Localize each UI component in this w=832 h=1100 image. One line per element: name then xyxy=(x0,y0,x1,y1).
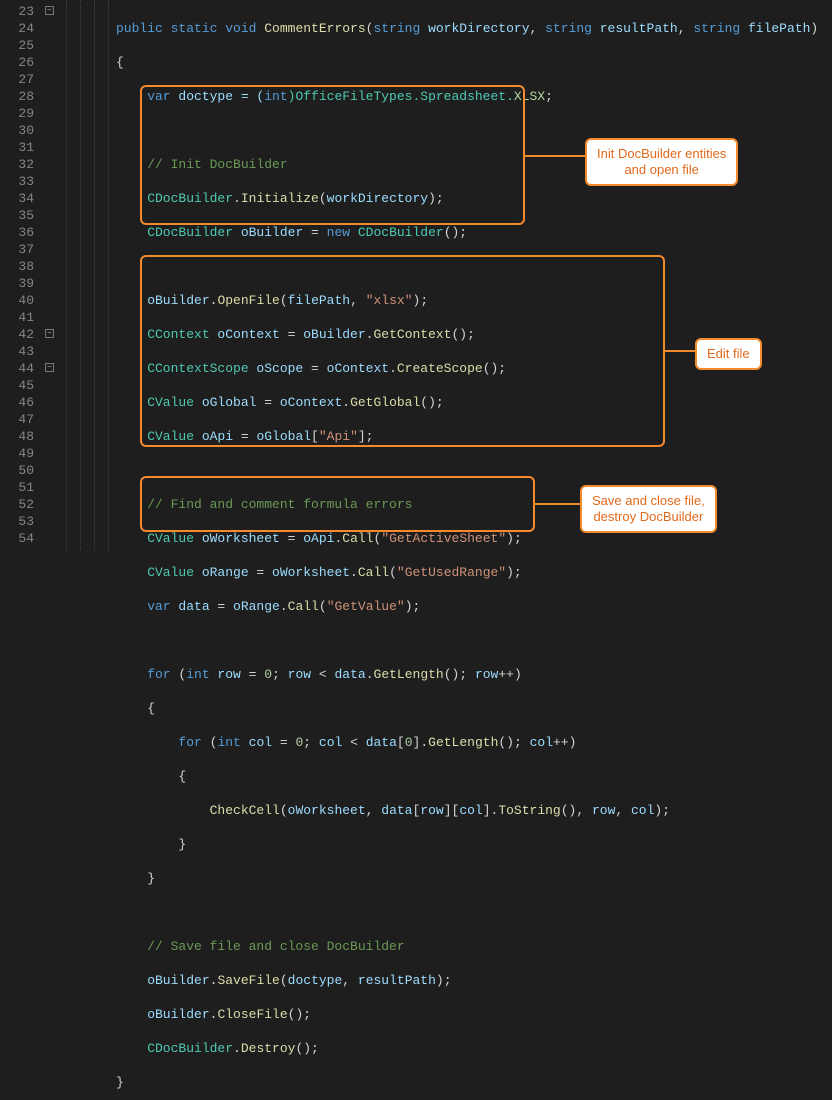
code-line: } xyxy=(116,1074,832,1091)
line-number: 54 xyxy=(4,530,34,547)
code-line: // Save file and close DocBuilder xyxy=(116,938,832,955)
line-number: 31 xyxy=(4,139,34,156)
line-number: 50 xyxy=(4,462,34,479)
annotation-callout-edit: Edit file xyxy=(695,338,762,370)
line-number: 23 xyxy=(4,3,34,20)
annotation-callout-save: Save and close file, destroy DocBuilder xyxy=(580,485,717,533)
code-area[interactable]: public static void CommentErrors(string … xyxy=(112,0,832,550)
fold-toggle-icon[interactable]: − xyxy=(45,363,54,372)
code-line: { xyxy=(116,768,832,785)
annotation-callout-init: Init DocBuilder entities and open file xyxy=(585,138,738,186)
code-line: CValue oRange = oWorksheet.Call("GetUsed… xyxy=(116,564,832,581)
code-line: oBuilder.SaveFile(doctype, resultPath); xyxy=(116,972,832,989)
line-number: 34 xyxy=(4,190,34,207)
line-number: 39 xyxy=(4,275,34,292)
line-number: 48 xyxy=(4,428,34,445)
code-line: oBuilder.CloseFile(); xyxy=(116,1006,832,1023)
code-line: } xyxy=(116,836,832,853)
indent-guides xyxy=(64,0,112,550)
line-number: 27 xyxy=(4,71,34,88)
line-number: 29 xyxy=(4,105,34,122)
line-number: 28 xyxy=(4,88,34,105)
code-line: oBuilder.OpenFile(filePath, "xlsx"); xyxy=(116,292,832,309)
line-number: 42 xyxy=(4,326,34,343)
code-line: CDocBuilder.Destroy(); xyxy=(116,1040,832,1057)
line-number: 40 xyxy=(4,292,34,309)
code-line: CValue oGlobal = oContext.GetGlobal(); xyxy=(116,394,832,411)
line-number: 35 xyxy=(4,207,34,224)
line-number: 46 xyxy=(4,394,34,411)
fold-toggle-icon[interactable]: − xyxy=(45,329,54,338)
line-number: 26 xyxy=(4,54,34,71)
code-line: for (int col = 0; col < data[0].GetLengt… xyxy=(116,734,832,751)
code-line: var data = oRange.Call("GetValue"); xyxy=(116,598,832,615)
code-line: } xyxy=(116,870,832,887)
annotation-connector xyxy=(535,503,580,505)
code-line: public static void CommentErrors(string … xyxy=(116,20,832,37)
line-number: 25 xyxy=(4,37,34,54)
code-line: { xyxy=(116,700,832,717)
line-number: 44 xyxy=(4,360,34,377)
line-number-gutter: 2324252627282930313233343536373839404142… xyxy=(0,0,42,550)
line-number: 41 xyxy=(4,309,34,326)
line-number: 32 xyxy=(4,156,34,173)
line-number: 52 xyxy=(4,496,34,513)
code-line: { xyxy=(116,54,832,71)
code-line: // Find and comment formula errors xyxy=(116,496,832,513)
annotation-connector xyxy=(525,155,585,157)
line-number: 38 xyxy=(4,258,34,275)
line-number: 24 xyxy=(4,20,34,37)
line-number: 47 xyxy=(4,411,34,428)
code-line: CDocBuilder.Initialize(workDirectory); xyxy=(116,190,832,207)
line-number: 37 xyxy=(4,241,34,258)
code-line: CValue oApi = oGlobal["Api"]; xyxy=(116,428,832,445)
line-number: 43 xyxy=(4,343,34,360)
annotation-connector xyxy=(665,350,695,352)
code-line: for (int row = 0; row < data.GetLength()… xyxy=(116,666,832,683)
code-editor[interactable]: 2324252627282930313233343536373839404142… xyxy=(0,0,832,550)
line-number: 30 xyxy=(4,122,34,139)
code-line: CheckCell(oWorksheet, data[row][col].ToS… xyxy=(116,802,832,819)
line-number: 33 xyxy=(4,173,34,190)
code-line: CValue oWorksheet = oApi.Call("GetActive… xyxy=(116,530,832,547)
line-number: 53 xyxy=(4,513,34,530)
line-number: 49 xyxy=(4,445,34,462)
line-number: 36 xyxy=(4,224,34,241)
code-line: var doctype = (int)OfficeFileTypes.Sprea… xyxy=(116,88,832,105)
fold-toggle-icon[interactable]: − xyxy=(45,6,54,15)
fold-column: − − − xyxy=(42,0,64,550)
code-line: CDocBuilder oBuilder = new CDocBuilder()… xyxy=(116,224,832,241)
line-number: 51 xyxy=(4,479,34,496)
line-number: 45 xyxy=(4,377,34,394)
